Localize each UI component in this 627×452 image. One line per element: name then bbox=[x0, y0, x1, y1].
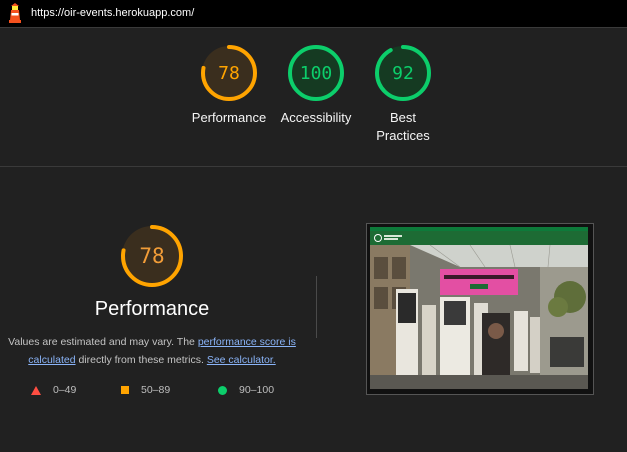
gauge-label: Performance bbox=[191, 110, 267, 125]
screenshot-image bbox=[370, 227, 588, 389]
legend-item-fail: 0–49 bbox=[31, 384, 76, 396]
final-screenshot[interactable] bbox=[366, 223, 594, 395]
legend-range: 0–49 bbox=[53, 384, 77, 396]
description-text: directly from these metrics. bbox=[75, 354, 207, 366]
section-divider bbox=[0, 166, 627, 167]
gauge-label: Best Practices bbox=[376, 110, 430, 143]
performance-title: Performance bbox=[94, 298, 210, 320]
triangle-icon bbox=[31, 385, 41, 395]
performance-gauge: 78 bbox=[119, 223, 185, 289]
lighthouse-logo-icon bbox=[9, 3, 21, 23]
square-icon bbox=[121, 386, 129, 394]
gauge-best-practices[interactable]: 92 Best Practices bbox=[363, 43, 443, 145]
top-bar: https://oir-events.herokuapp.com/ bbox=[0, 0, 627, 28]
circle-icon bbox=[218, 385, 227, 395]
gauge-score: 100 bbox=[299, 62, 333, 84]
performance-score: 78 bbox=[139, 244, 165, 268]
legend-range: 50–89 bbox=[141, 384, 171, 396]
gauge-score: 78 bbox=[218, 62, 240, 84]
gauge-performance[interactable]: 78 Performance bbox=[189, 43, 269, 127]
gauge-accessibility[interactable]: 100 Accessibility bbox=[276, 43, 356, 127]
see-calculator-link[interactable]: See calculator. bbox=[207, 354, 276, 366]
performance-description: Values are estimated and may vary. The p… bbox=[6, 333, 298, 369]
legend-item-average: 50–89 bbox=[121, 384, 170, 396]
vertical-divider bbox=[316, 276, 317, 338]
gauge-label: Accessibility bbox=[280, 110, 352, 125]
description-text: Values are estimated and may vary. The bbox=[8, 336, 198, 348]
atrium-photo bbox=[370, 227, 588, 389]
page-url[interactable]: https://oir-events.herokuapp.com/ bbox=[31, 7, 194, 19]
legend-item-pass: 90–100 bbox=[218, 384, 274, 396]
legend-range: 90–100 bbox=[239, 384, 275, 396]
gauge-score: 92 bbox=[392, 62, 414, 84]
